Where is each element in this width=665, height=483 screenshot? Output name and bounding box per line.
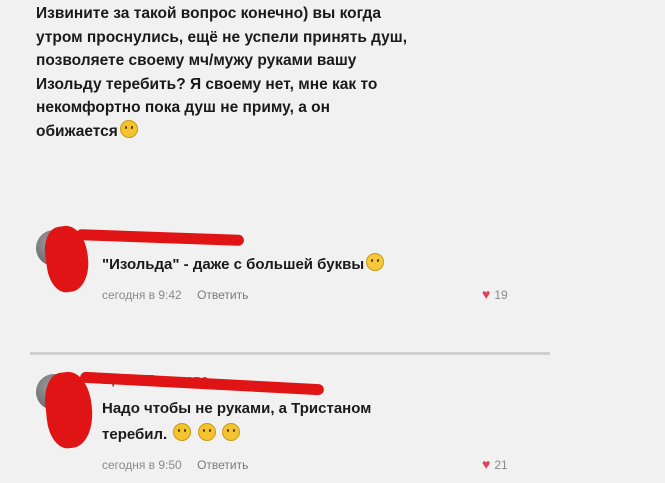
divider <box>30 352 550 355</box>
post-line-6: обижается <box>36 122 118 140</box>
comment-text: Надо чтобы не руками, а Тристаном тереби… <box>102 400 372 443</box>
rolling-laughing-emoji-icon <box>197 423 216 441</box>
rolling-laughing-emoji-icon <box>221 423 240 441</box>
post-text: Извините за такой вопрос конечно) вы ког… <box>36 2 596 143</box>
comment-text: "Изольда" - даже с большей буквы <box>102 252 385 278</box>
comment-time: сегодня в 9:50 <box>102 458 182 472</box>
comment-meta: сегодня в 9:50 Ответить <box>102 458 248 472</box>
post-line-5: некомфортно пока душ не приму, а он <box>36 99 331 116</box>
like-count: 19 <box>494 288 508 302</box>
reply-button[interactable]: Ответить <box>197 458 248 472</box>
heart-icon: ♥ <box>482 456 491 472</box>
laughing-emoji-icon <box>366 253 385 271</box>
censor-mark <box>75 229 245 246</box>
reply-button[interactable]: Ответить <box>197 288 248 302</box>
post-line-2: утром проснулись, ещё не успели принять … <box>36 28 408 46</box>
rolling-laughing-emoji-icon <box>173 423 192 441</box>
comment-2: Ирина Тимохова Надо чтобы не руками, а Т… <box>36 368 636 478</box>
like-button[interactable]: ♥ 19 <box>482 286 508 302</box>
post-line-1: Извините за такой вопрос конечно) вы ког… <box>36 5 381 22</box>
like-count: 21 <box>494 458 508 472</box>
comment-time: сегодня в 9:42 <box>102 288 182 302</box>
comment-1: Ангелина "Изольда" - даже с большей букв… <box>36 222 636 312</box>
heart-icon: ♥ <box>482 286 491 302</box>
post-line-4: Изольду теребить? Я своему нет, мне как … <box>36 75 378 93</box>
slightly-smiling-emoji-icon <box>119 119 138 138</box>
comment-meta: сегодня в 9:42 Ответить <box>102 288 248 302</box>
like-button[interactable]: ♥ 21 <box>482 456 508 472</box>
post-line-3: позволяете своему мч/мужу руками вашу <box>36 52 357 69</box>
